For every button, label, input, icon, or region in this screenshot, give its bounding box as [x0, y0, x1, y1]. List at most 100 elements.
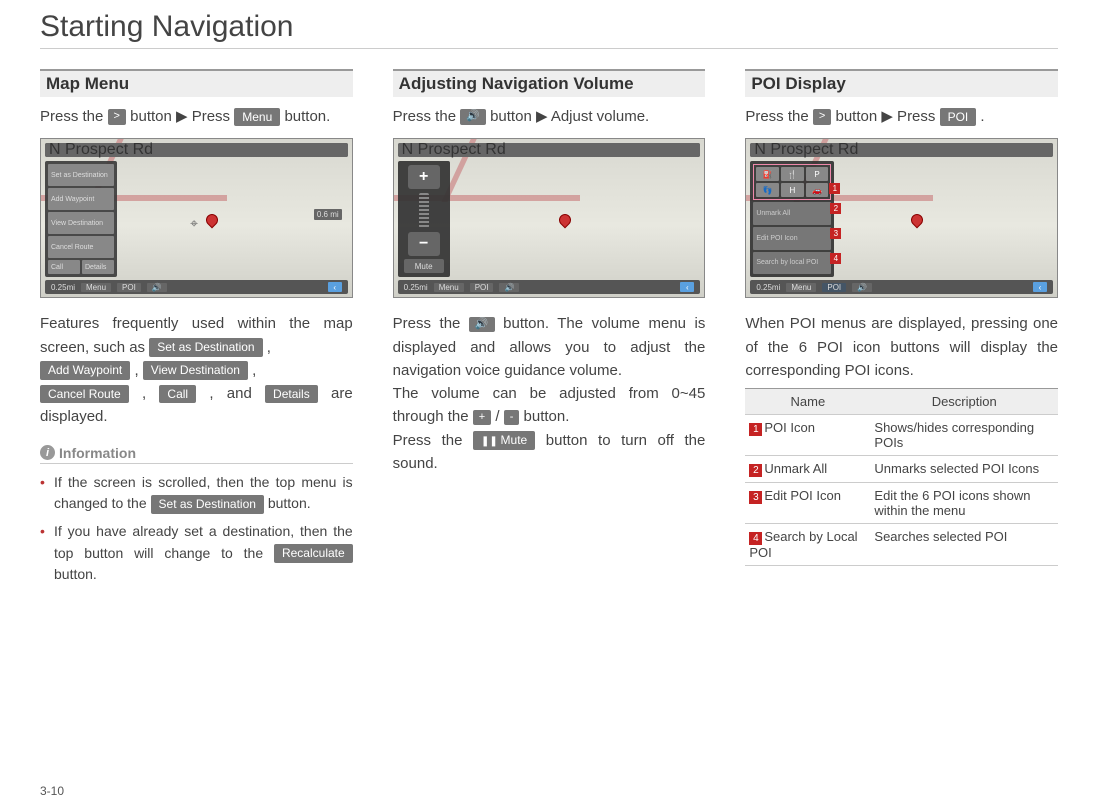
ss-poi-icon-grid: ⛽ 🍴 P 👣 H 🚗 1	[753, 164, 831, 200]
ss-mute[interactable]: Mute	[404, 259, 444, 273]
column-nav-volume: Adjusting Navigation Volume Press the 🔊 …	[393, 69, 706, 592]
ss-vol-minus[interactable]: −	[408, 232, 440, 256]
add-waypoint-button[interactable]: Add Waypoint	[40, 361, 130, 380]
info-icon: i	[40, 445, 55, 460]
info-list: If the screen is scrolled, then the top …	[40, 472, 353, 586]
cancel-route-button[interactable]: Cancel Route	[40, 385, 129, 404]
arrow-button[interactable]: >	[108, 109, 126, 124]
th-desc: Description	[870, 389, 1058, 415]
poi-grid-icon[interactable]: ⛽	[756, 167, 779, 181]
callout-4: 4	[830, 253, 841, 264]
menu-button[interactable]: Menu	[234, 108, 280, 127]
text: ,	[142, 385, 159, 402]
poi-grid-icon[interactable]: 👣	[756, 183, 779, 197]
row-desc: Shows/hides corresponding POIs	[870, 415, 1058, 456]
ss-sound-icon[interactable]: 🔊	[852, 283, 872, 292]
text: button.	[284, 108, 330, 125]
row-desc: Searches selected POI	[870, 524, 1058, 566]
ss-poi[interactable]: POI	[117, 283, 141, 292]
chevron-left-icon[interactable]: ‹	[1033, 282, 1047, 292]
text: button ▶ Press	[835, 108, 939, 125]
mute-button[interactable]: ❚❚ Mute	[473, 431, 535, 450]
text: , and	[209, 385, 265, 402]
ss-menu[interactable]: Menu	[81, 283, 111, 292]
ss-poi-edit-icon[interactable]: Edit POI Icon 3	[753, 227, 831, 250]
info-item-1: If the screen is scrolled, then the top …	[40, 472, 353, 515]
map-menu-intro: Press the > button ▶ Press Menu button.	[40, 105, 353, 128]
ss-btn-call[interactable]: Call	[48, 260, 80, 274]
recalculate-button[interactable]: Recalculate	[274, 544, 353, 563]
poi-p2: When POI menus are displayed, pressing o…	[745, 312, 1058, 382]
ss-road-label: N Prospect Rd	[750, 143, 1053, 157]
label: Edit POI Icon	[756, 235, 797, 242]
text: Press the	[40, 108, 108, 125]
poi-grid-icon[interactable]: H	[781, 183, 804, 197]
page-number: 3-10	[40, 784, 64, 798]
text: button ▶ Press	[130, 108, 234, 125]
poi-button[interactable]: POI	[940, 108, 977, 127]
information-block: i Information If the screen is scrolled,…	[40, 445, 353, 586]
ss-poi-search-local[interactable]: Search by local POI 4	[753, 252, 831, 275]
ss-vol-track[interactable]	[419, 193, 429, 228]
ss-bottom-bar: 0.25mi Menu POI 🔊 ‹	[45, 280, 348, 294]
text: button.	[268, 495, 311, 511]
column-poi-display: POI Display Press the > button ▶ Press P…	[745, 69, 1058, 592]
text: Press the	[393, 432, 473, 449]
ss-poi[interactable]: POI	[822, 283, 846, 292]
set-destination-button[interactable]: Set as Destination	[149, 338, 262, 357]
ss-dist-badge: 0.6 mi	[314, 209, 342, 220]
text: /	[495, 408, 503, 425]
ss-menu[interactable]: Menu	[786, 283, 816, 292]
ss-menu[interactable]: Menu	[434, 283, 464, 292]
chevron-left-icon[interactable]: ‹	[328, 282, 342, 292]
ss-road-label: N Prospect Rd	[398, 143, 701, 157]
th-name: Name	[745, 389, 870, 415]
ss-btn-cancel-route[interactable]: Cancel Route	[48, 236, 114, 258]
table-row: 2Unmark All Unmarks selected POI Icons	[745, 456, 1058, 483]
ss-btn-add-wp[interactable]: Add Waypoint	[48, 188, 114, 210]
content-columns: Map Menu Press the > button ▶ Press Menu…	[40, 69, 1058, 592]
sound-button[interactable]: 🔊	[469, 317, 495, 332]
text: Press the	[393, 315, 469, 332]
crosshair-icon: ⌖	[190, 215, 198, 232]
info-label: Information	[59, 445, 136, 461]
text: Press the	[745, 108, 813, 125]
row-badge: 4	[749, 532, 762, 545]
poi-screenshot: ★ N Prospect Rd ⛽ 🍴 P 👣 H 🚗 1 Unmark All…	[745, 138, 1058, 298]
set-destination-button[interactable]: Set as Destination	[151, 495, 264, 514]
info-item-2: If you have already set a destination, t…	[40, 521, 353, 586]
chevron-left-icon[interactable]: ‹	[680, 282, 694, 292]
ss-volume-panel: + − Mute	[398, 161, 450, 277]
ss-btn-set-dest[interactable]: Set as Destination	[48, 164, 114, 186]
ss-sound-icon[interactable]: 🔊	[147, 283, 167, 292]
ss-poi[interactable]: POI	[470, 283, 494, 292]
callout-1: 1	[829, 183, 840, 194]
plus-button[interactable]: +	[473, 410, 491, 425]
poi-grid-icon[interactable]: P	[806, 167, 829, 181]
arrow-button[interactable]: >	[813, 109, 831, 124]
information-header: i Information	[40, 445, 353, 464]
text: .	[980, 108, 984, 125]
poi-grid-icon[interactable]: 🍴	[781, 167, 804, 181]
row-name: Search by Local POI	[749, 529, 857, 560]
view-destination-button[interactable]: View Destination	[143, 361, 248, 380]
poi-grid-icon[interactable]: 🚗	[806, 183, 829, 197]
callout-3: 3	[830, 228, 841, 239]
call-button[interactable]: Call	[159, 385, 196, 404]
nav-vol-p3: The volume can be adjusted from 0~45 thr…	[393, 382, 706, 429]
ss-vol-plus[interactable]: +	[408, 165, 440, 189]
ss-sound-icon[interactable]: 🔊	[499, 283, 519, 292]
text: Press the	[393, 108, 461, 125]
sound-button[interactable]: 🔊	[460, 109, 486, 124]
poi-intro: Press the > button ▶ Press POI .	[745, 105, 1058, 128]
details-button[interactable]: Details	[265, 385, 318, 404]
row-name: POI Icon	[764, 420, 815, 435]
ss-btn-details[interactable]: Details	[82, 260, 114, 274]
column-map-menu: Map Menu Press the > button ▶ Press Menu…	[40, 69, 353, 592]
minus-button[interactable]: -	[504, 410, 520, 425]
row-badge: 1	[749, 423, 762, 436]
ss-btn-view-dest[interactable]: View Destination	[48, 212, 114, 234]
ss-bottom-bar: 0.25mi Menu POI 🔊 ‹	[750, 280, 1053, 294]
mute-label: Mute	[501, 433, 528, 447]
ss-poi-unmark-all[interactable]: Unmark All 2	[753, 202, 831, 225]
